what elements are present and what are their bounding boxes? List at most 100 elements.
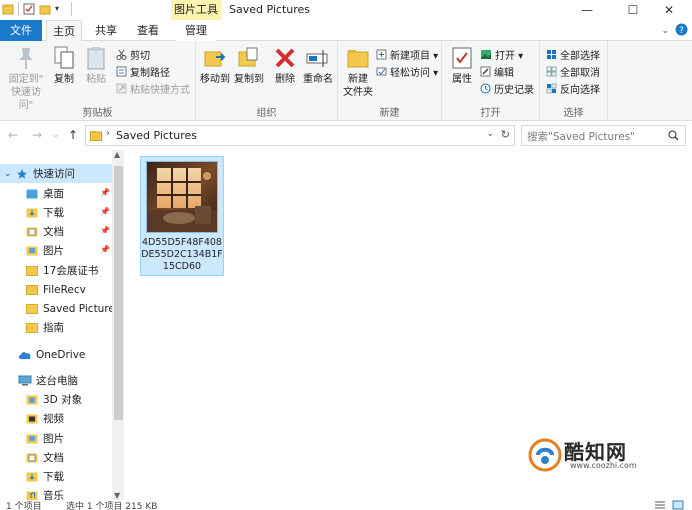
nav-item-filerecv[interactable]: FileRecv <box>0 280 112 299</box>
nav-item-quick-access[interactable]: ⌄ 快速访问 <box>0 164 112 183</box>
nav-label-videos: 视频 <box>43 413 64 425</box>
status-item-count: 1 个项目 <box>6 502 42 510</box>
details-view-icon[interactable] <box>654 500 666 510</box>
expand-chevron-icon[interactable]: ⌄ <box>4 169 16 179</box>
customize-qat-icon[interactable]: ▾ <box>55 3 67 15</box>
paste-button[interactable]: 粘贴 <box>82 45 110 86</box>
history-button[interactable]: 历史记录 <box>480 80 534 96</box>
cut-button[interactable]: 剪切 <box>116 46 150 62</box>
3d-objects-icon <box>26 395 38 405</box>
nav-label-pc-pictures: 图片 <box>43 433 64 445</box>
large-icons-view-icon[interactable] <box>672 500 684 510</box>
new-item-icon <box>376 49 387 59</box>
forward-arrow-icon[interactable]: → <box>32 128 42 142</box>
move-to-label: 移动到 <box>200 74 230 85</box>
scroll-down-icon[interactable]: ▼ <box>114 491 120 500</box>
nav-item-saved-pictures[interactable]: Saved Pictures <box>0 299 120 318</box>
new-folder-qat-icon[interactable] <box>39 3 51 15</box>
breadcrumb-chevron-icon[interactable]: › <box>106 128 110 139</box>
expand-ribbon-icon[interactable]: ⌄ <box>661 26 669 36</box>
new-item-label: 新建项目 ▾ <box>390 50 439 62</box>
properties-icon <box>452 47 472 69</box>
nav-item-pc-downloads[interactable]: 下载 <box>0 467 112 486</box>
photo-thumbnail-image <box>147 162 217 232</box>
address-bar[interactable]: › Saved Pictures ⌄ ↻ <box>85 125 515 146</box>
move-to-button[interactable]: 移动到 <box>198 45 232 86</box>
nav-item-3d-objects[interactable]: 3D 对象 <box>0 390 112 409</box>
tab-file[interactable]: 文件 <box>0 20 42 41</box>
open-image-icon <box>481 49 491 59</box>
nav-item-documents[interactable]: 文档 📌 <box>0 222 112 241</box>
easy-access-button[interactable]: 轻松访问 ▾ <box>376 63 438 79</box>
breadcrumb-path[interactable]: Saved Pictures <box>116 129 197 142</box>
star-icon <box>17 168 27 179</box>
file-list-area[interactable]: 4D55D5F48F408DE55D2C134B1F15CD60 酷知网 www… <box>124 148 692 500</box>
up-arrow-icon[interactable]: ↑ <box>68 128 78 142</box>
nav-label-onedrive: OneDrive <box>36 348 86 361</box>
address-dropdown-icon[interactable]: ⌄ <box>486 129 494 139</box>
nav-item-videos[interactable]: 视频 <box>0 409 112 428</box>
select-all-button[interactable]: 全部选择 <box>546 46 600 62</box>
nav-item-music[interactable]: 音乐 <box>0 486 112 500</box>
nav-item-this-pc[interactable]: 这台电脑 <box>0 371 112 390</box>
nav-item-pictures[interactable]: 图片 📌 <box>0 241 112 260</box>
nav-label-documents: 文档 <box>43 226 64 238</box>
tab-share[interactable]: 共享 <box>88 20 124 41</box>
select-group-label: 选择 <box>563 108 584 119</box>
refresh-icon[interactable]: ↻ <box>501 128 510 141</box>
nav-item-onedrive[interactable]: OneDrive <box>0 345 112 364</box>
copy-to-button[interactable]: 复制到 <box>232 45 266 86</box>
nav-item-downloads[interactable]: 下载 📌 <box>0 203 112 222</box>
image-thumbnail <box>146 161 218 233</box>
copy-label: 复制 <box>54 74 74 85</box>
tab-view[interactable]: 查看 <box>130 20 166 41</box>
back-arrow-icon[interactable]: ← <box>8 128 18 142</box>
properties-button[interactable]: 属性 <box>448 45 476 86</box>
file-name[interactable]: 4D55D5F48F408DE55D2C134B1F15CD60 <box>141 237 223 273</box>
watermark: 酷知网 www.coozhi.com <box>528 434 676 478</box>
delete-label: 删除 <box>275 74 295 85</box>
paste-shortcut-icon <box>116 83 127 93</box>
nav-pane-scroll-thumb[interactable] <box>114 166 123 420</box>
minimize-button[interactable]: — <box>564 0 610 20</box>
close-button[interactable]: ✕ <box>646 0 692 20</box>
file-item[interactable]: 4D55D5F48F408DE55D2C134B1F15CD60 <box>140 156 224 276</box>
organize-group: 移动到 复制到 删除 重命名 组织 <box>196 41 338 121</box>
recent-locations-icon[interactable]: ⌄ <box>52 130 60 140</box>
nav-item-pc-pictures[interactable]: 图片 <box>0 429 112 448</box>
nav-item-desktop[interactable]: 桌面 📌 <box>0 184 112 203</box>
easy-access-icon <box>376 67 387 75</box>
copy-icon <box>54 46 74 69</box>
new-item-button[interactable]: 新建项目 ▾ <box>376 46 438 62</box>
app-icon[interactable] <box>2 3 14 15</box>
open-group: 属性 打开 ▾ 编辑 历史记录 打开 <box>442 41 540 121</box>
scroll-up-icon[interactable]: ▲ <box>114 150 120 159</box>
delete-button[interactable]: 删除 <box>270 45 300 86</box>
computer-icon <box>18 375 32 386</box>
tab-manage[interactable]: 管理 <box>176 20 216 41</box>
nav-item-guide[interactable]: 指南 <box>0 318 112 337</box>
properties-qat-icon[interactable] <box>23 3 35 15</box>
copy-button[interactable]: 复制 <box>50 45 78 86</box>
paste-shortcut-label: 粘贴快捷方式 <box>130 84 190 96</box>
paste-shortcut-button[interactable]: 粘贴快捷方式 <box>116 80 190 96</box>
search-box[interactable]: 搜索"Saved Pictures" <box>521 125 686 146</box>
tab-home[interactable]: 主页 <box>46 20 82 42</box>
select-group: 全部选择 全部取消 反向选择 选择 <box>540 41 608 121</box>
pinned-icon: 📌 <box>100 245 110 254</box>
pin-quick-access-button[interactable]: 固定到" 快速访问" <box>4 45 48 112</box>
pinned-icon: 📌 <box>100 226 110 235</box>
new-folder-button[interactable]: 新建 文件夹 <box>340 45 376 99</box>
properties-label: 属性 <box>452 74 472 85</box>
select-none-button[interactable]: 全部取消 <box>546 63 600 79</box>
open-button[interactable]: 打开 ▾ <box>480 46 523 62</box>
copy-to-label: 复制到 <box>234 74 264 85</box>
edit-button[interactable]: 编辑 <box>480 63 514 79</box>
nav-item-17-certificates[interactable]: 17会展证书 <box>0 261 112 280</box>
invert-selection-button[interactable]: 反向选择 <box>546 80 600 96</box>
nav-item-pc-documents[interactable]: 文档 <box>0 448 112 467</box>
nav-label-pc-documents: 文档 <box>43 452 64 464</box>
help-icon[interactable]: ? <box>675 23 688 39</box>
rename-button[interactable]: 重命名 <box>300 45 336 86</box>
copy-path-button[interactable]: 复制路径 <box>116 63 170 79</box>
